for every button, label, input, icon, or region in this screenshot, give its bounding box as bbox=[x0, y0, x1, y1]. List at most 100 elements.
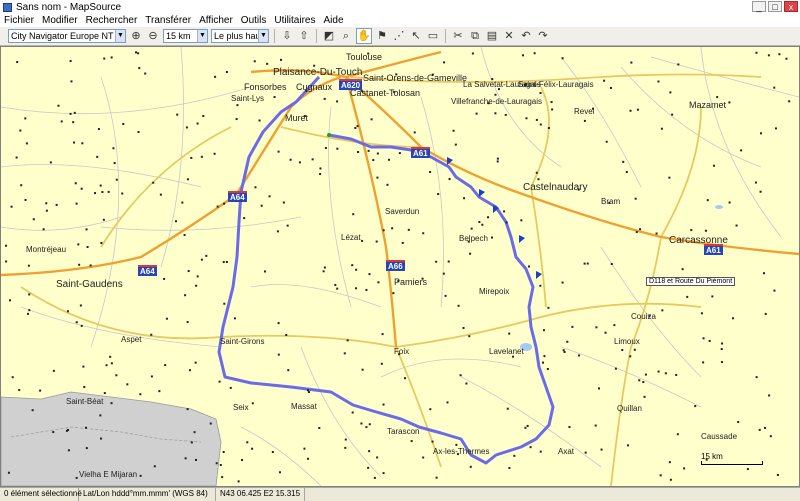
locality-dot bbox=[600, 448, 603, 451]
zoom-tool-icon[interactable]: ⌕ bbox=[339, 29, 353, 43]
locality-dot bbox=[65, 429, 68, 432]
locality-dot bbox=[625, 170, 628, 173]
locality-dot bbox=[243, 217, 246, 220]
locality-dot bbox=[282, 201, 285, 204]
locality-dot bbox=[86, 245, 89, 248]
menu-modifier[interactable]: Modifier bbox=[38, 14, 82, 27]
locality-dot bbox=[644, 373, 647, 376]
window-title: Sans nom - MapSource bbox=[16, 1, 122, 13]
locality-dot bbox=[186, 178, 189, 181]
locality-dot bbox=[45, 209, 48, 212]
menu-afficher[interactable]: Afficher bbox=[195, 14, 237, 27]
locality-dot bbox=[546, 368, 549, 371]
map-view[interactable]: Toulouse Plaisance-Du-Touch Saint-Orens-de… bbox=[0, 46, 800, 487]
paste-icon[interactable]: ▤ bbox=[485, 29, 499, 43]
locality-dot bbox=[75, 321, 78, 324]
chevron-down-icon: ▼ bbox=[258, 30, 268, 42]
locality-dot bbox=[535, 171, 538, 174]
locality-dot bbox=[74, 182, 77, 185]
locality-dot bbox=[233, 317, 236, 320]
menu-fichier[interactable]: Fichier bbox=[0, 14, 38, 27]
locality-dot bbox=[66, 310, 69, 313]
locality-dot bbox=[634, 197, 637, 200]
locality-dot bbox=[614, 367, 617, 370]
cut-icon[interactable]: ✂ bbox=[451, 29, 465, 43]
locality-dot bbox=[121, 192, 124, 195]
redo-icon[interactable]: ↷ bbox=[536, 29, 550, 43]
locality-dot bbox=[508, 332, 511, 335]
place-label: Limoux bbox=[614, 337, 640, 346]
locality-dot bbox=[263, 270, 266, 273]
locality-dot bbox=[387, 158, 390, 161]
locality-dot bbox=[9, 299, 12, 302]
locality-dot bbox=[457, 304, 460, 307]
place-label: Fonsorbes bbox=[244, 82, 287, 92]
minimize-button[interactable]: _ bbox=[752, 1, 766, 12]
locality-dot bbox=[115, 178, 118, 181]
locality-dot bbox=[361, 368, 364, 371]
maximize-button[interactable]: □ bbox=[768, 1, 782, 12]
locality-dot bbox=[85, 447, 88, 450]
menu-rechercher[interactable]: Rechercher bbox=[82, 14, 142, 27]
locality-dot bbox=[380, 362, 383, 365]
close-button[interactable]: x bbox=[784, 1, 798, 12]
locality-dot bbox=[276, 230, 279, 233]
detail-select[interactable]: Le plus haut ▼ bbox=[211, 29, 269, 43]
zoom-select[interactable]: 15 km ▼ bbox=[163, 29, 208, 43]
locality-dot bbox=[150, 375, 153, 378]
locality-dot bbox=[716, 96, 719, 99]
locality-dot bbox=[773, 86, 776, 89]
route-tool-icon[interactable]: ⋰ bbox=[392, 29, 406, 43]
route-start-marker[interactable] bbox=[327, 133, 331, 137]
menu-aide[interactable]: Aide bbox=[319, 14, 347, 27]
locality-dot bbox=[19, 129, 22, 132]
locality-dot bbox=[307, 457, 310, 460]
motorway-shield: A620 bbox=[339, 79, 363, 90]
menu-transferer[interactable]: Transférer bbox=[141, 14, 195, 27]
locality-dot bbox=[214, 75, 217, 78]
locality-dot bbox=[621, 349, 624, 352]
selection-tool-icon[interactable]: ↖ bbox=[409, 29, 423, 43]
locality-dot bbox=[112, 147, 115, 150]
locality-dot bbox=[505, 221, 508, 224]
locality-dot bbox=[196, 122, 199, 125]
receive-from-device-icon[interactable]: ⇩ bbox=[280, 29, 294, 43]
locality-dot bbox=[194, 361, 197, 364]
locality-dot bbox=[16, 61, 19, 64]
route-flags bbox=[447, 157, 542, 279]
place-label: Massat bbox=[291, 402, 317, 411]
locality-dot bbox=[277, 150, 280, 153]
locality-dot bbox=[351, 411, 354, 414]
menu-outils[interactable]: Outils bbox=[237, 14, 271, 27]
locality-dot bbox=[702, 361, 705, 364]
locality-dot bbox=[760, 132, 763, 135]
copy-icon[interactable]: ⧉ bbox=[468, 29, 482, 43]
locality-dot bbox=[622, 160, 625, 163]
locality-dot bbox=[126, 383, 129, 386]
locality-dot bbox=[470, 227, 473, 230]
locality-dot bbox=[289, 158, 292, 161]
locality-dot bbox=[551, 108, 554, 111]
locality-dot bbox=[72, 121, 75, 124]
measure-tool-icon[interactable]: ▭ bbox=[426, 29, 440, 43]
hand-tool-icon[interactable]: ✋ bbox=[356, 28, 372, 44]
waypoint-tool-icon[interactable]: ⚑ bbox=[375, 29, 389, 43]
delete-icon[interactable]: ✕ bbox=[502, 29, 516, 43]
locality-dot bbox=[720, 348, 723, 351]
locality-dot bbox=[79, 304, 82, 307]
locality-dot bbox=[681, 268, 684, 271]
map-product-select[interactable]: City Navigator Europe NT 2011.4 ▼ bbox=[8, 29, 126, 43]
locality-dot bbox=[720, 361, 723, 364]
zoom-in-icon[interactable]: ⊕ bbox=[129, 29, 143, 43]
locality-dot bbox=[367, 149, 370, 152]
menu-utilitaires[interactable]: Utilitaires bbox=[270, 14, 319, 27]
send-to-device-icon[interactable]: ⇧ bbox=[297, 29, 311, 43]
zoom-out-icon[interactable]: ⊖ bbox=[146, 29, 160, 43]
place-label: Revel bbox=[574, 107, 595, 116]
undo-icon[interactable]: ↶ bbox=[519, 29, 533, 43]
map-tool-icon[interactable]: ◩ bbox=[322, 29, 336, 43]
place-label: Villefranche-de-Lauragais bbox=[451, 97, 543, 106]
locality-dot bbox=[260, 204, 263, 207]
locality-dot bbox=[218, 380, 221, 383]
locality-dot bbox=[190, 441, 193, 444]
